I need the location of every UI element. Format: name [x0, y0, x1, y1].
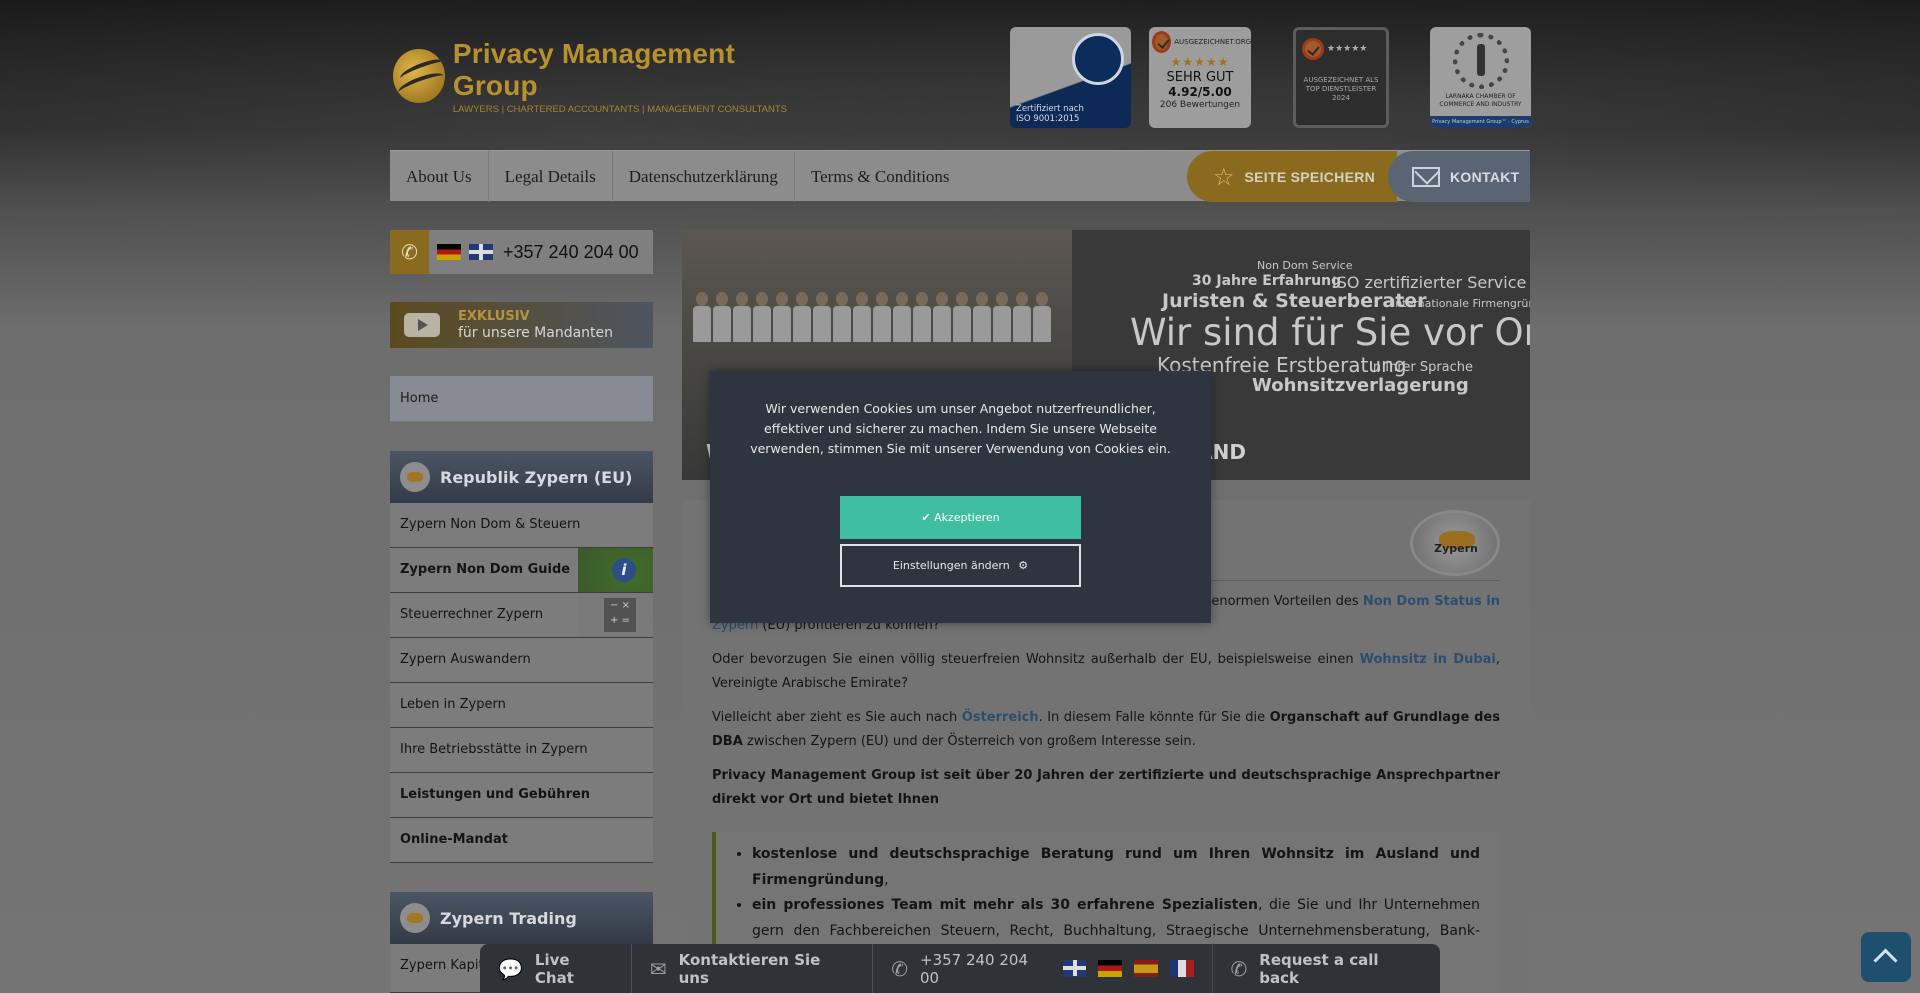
- nav-legal-details[interactable]: Legal Details: [489, 151, 613, 202]
- main-navigation: About Us Legal Details Datenschutzerklär…: [390, 150, 1530, 202]
- french-flag-icon[interactable]: [1169, 960, 1194, 977]
- german-flag-icon[interactable]: [437, 244, 461, 260]
- cookie-consent-dialog: Wir verwenden Cookies um unser Angebot n…: [710, 371, 1211, 623]
- cyprus-map-icon: [400, 462, 430, 492]
- link-oesterreich[interactable]: Österreich: [962, 710, 1039, 725]
- live-chat-button[interactable]: 💬 Live Chat: [480, 944, 632, 993]
- site-logo[interactable]: Privacy Management Group LAWYERS | CHART…: [393, 38, 813, 115]
- calculator-icon: [578, 593, 653, 637]
- checkmark-icon: [1302, 38, 1324, 60]
- mail-icon: ✉: [649, 956, 667, 981]
- german-flag-icon[interactable]: [1098, 960, 1122, 977]
- nav-datenschutz[interactable]: Datenschutzerklärung: [613, 151, 795, 202]
- sidebar-item-non-dom-guide[interactable]: Zypern Non Dom Guide: [390, 548, 653, 593]
- stars-icon: ★★★★★: [1327, 44, 1368, 54]
- tuv-seal-icon: [1072, 33, 1124, 85]
- link-wohnsitz-dubai[interactable]: Wohnsitz in Dubai: [1360, 652, 1496, 667]
- sidebar-item-non-dom-steuern[interactable]: Zypern Non Dom & Steuern: [390, 503, 653, 548]
- chamber-seal-icon: [1452, 33, 1509, 89]
- nav-terms[interactable]: Terms & Conditions: [795, 151, 966, 202]
- content-paragraph-4: Privacy Management Group ist seit über 2…: [712, 768, 1500, 807]
- scroll-to-top-button[interactable]: [1861, 932, 1911, 982]
- phone-callback-icon: ✆: [1230, 956, 1248, 981]
- sidebar-item-auswandern[interactable]: Zypern Auswandern: [390, 638, 653, 683]
- sidebar-item-home[interactable]: Home: [390, 376, 653, 422]
- content-paragraph-2: Oder bevorzugen Sie einen völlig steuerf…: [712, 652, 1501, 691]
- logo-subtitle: LAWYERS | CHARTERED ACCOUNTANTS | MANAGE…: [452, 103, 787, 115]
- rating-text: SEHR GUT: [1166, 70, 1234, 85]
- exclusive-clients-banner[interactable]: EXKLUSIV für unsere Mandanten: [390, 302, 653, 348]
- checkmark-icon: ✔: [921, 511, 931, 524]
- sidebar-item-leistungen[interactable]: Leistungen und Gebühren: [390, 773, 653, 818]
- nav-about-us[interactable]: About Us: [390, 151, 489, 202]
- cookie-settings-button[interactable]: Einstellungen ändern ⚙: [840, 544, 1081, 587]
- logo-icon: [393, 49, 445, 103]
- logo-title: Privacy Management Group: [452, 37, 736, 101]
- ausgezeichnet-rating-badge[interactable]: AUSGEZEICHNET.ORG ★★★★★ SEHR GUT 4.92/5.…: [1149, 27, 1251, 128]
- sidebar-phone-box[interactable]: ✆ +357 240 204 00: [390, 230, 653, 274]
- sidebar-item-steuerrechner[interactable]: Steuerrechner Zypern: [390, 593, 653, 638]
- accept-cookies-button[interactable]: ✔ Akzeptieren: [840, 496, 1081, 539]
- mail-icon: [1412, 166, 1440, 187]
- larnaca-chamber-badge[interactable]: LARNAKA CHAMBER OF COMMERCE AND INDUSTRY…: [1430, 27, 1531, 128]
- uk-flag-icon[interactable]: [469, 244, 493, 260]
- tuv-certificate-badge[interactable]: Zertifiziert nach ISO 9001:2015: [1010, 27, 1131, 128]
- content-paragraph-3: Vielleicht aber zieht es Sie auch nach Ö…: [712, 710, 1500, 749]
- rating-stars-icon: ★★★★★: [1170, 55, 1230, 69]
- sidebar-phone-number[interactable]: +357 240 204 00: [503, 242, 639, 263]
- top-dienstleister-badge[interactable]: ★★★★★ AUSGEZEICHNET ALS TOP DIENSTLEISTE…: [1293, 27, 1389, 128]
- save-page-button[interactable]: ☆ SEITE SPEICHERN: [1187, 151, 1397, 202]
- uk-flag-icon[interactable]: [1062, 960, 1087, 977]
- sidebar-section-zypern-trading[interactable]: Zypern Trading: [390, 892, 653, 944]
- youtube-icon: [404, 313, 440, 337]
- link-non-dom-status[interactable]: Non Dom Status in: [1363, 594, 1500, 609]
- spanish-flag-icon[interactable]: [1134, 960, 1158, 977]
- star-icon: ☆: [1213, 162, 1235, 191]
- sidebar-item-leben[interactable]: Leben in Zypern: [390, 683, 653, 728]
- list-item: kostenlose und deutschsprachige Beratung…: [752, 842, 1480, 893]
- phone-icon: ✆: [891, 956, 908, 981]
- phone-icon: ✆: [390, 230, 429, 274]
- sidebar-section-republik-zypern[interactable]: Republik Zypern (EU): [390, 451, 653, 503]
- info-icon: [578, 548, 653, 592]
- gear-icon: ⚙: [1018, 559, 1029, 572]
- checkmark-icon: [1152, 31, 1172, 53]
- bottom-contact-bar: 💬 Live Chat ✉ Kontaktieren Sie uns ✆ +35…: [480, 944, 1440, 993]
- sidebar-item-online-mandat[interactable]: Online-Mandat: [390, 818, 653, 863]
- contact-us-button[interactable]: ✉ Kontaktieren Sie uns: [632, 944, 874, 993]
- rating-review-count: 206 Bewertungen: [1159, 100, 1241, 110]
- rating-score: 4.92/5.00: [1168, 85, 1232, 99]
- request-callback-button[interactable]: ✆ Request a call back: [1213, 944, 1441, 993]
- cyprus-map-icon: [400, 903, 430, 933]
- cookie-text: Wir verwenden Cookies um unser Angebot n…: [750, 401, 1171, 456]
- sidebar-item-betriebsstaette[interactable]: Ihre Betriebsstätte in Zypern: [390, 728, 653, 773]
- contact-button[interactable]: KONTAKT: [1388, 151, 1530, 202]
- chat-icon: 💬: [498, 956, 523, 981]
- phone-button[interactable]: ✆ +357 240 204 00: [873, 944, 1213, 993]
